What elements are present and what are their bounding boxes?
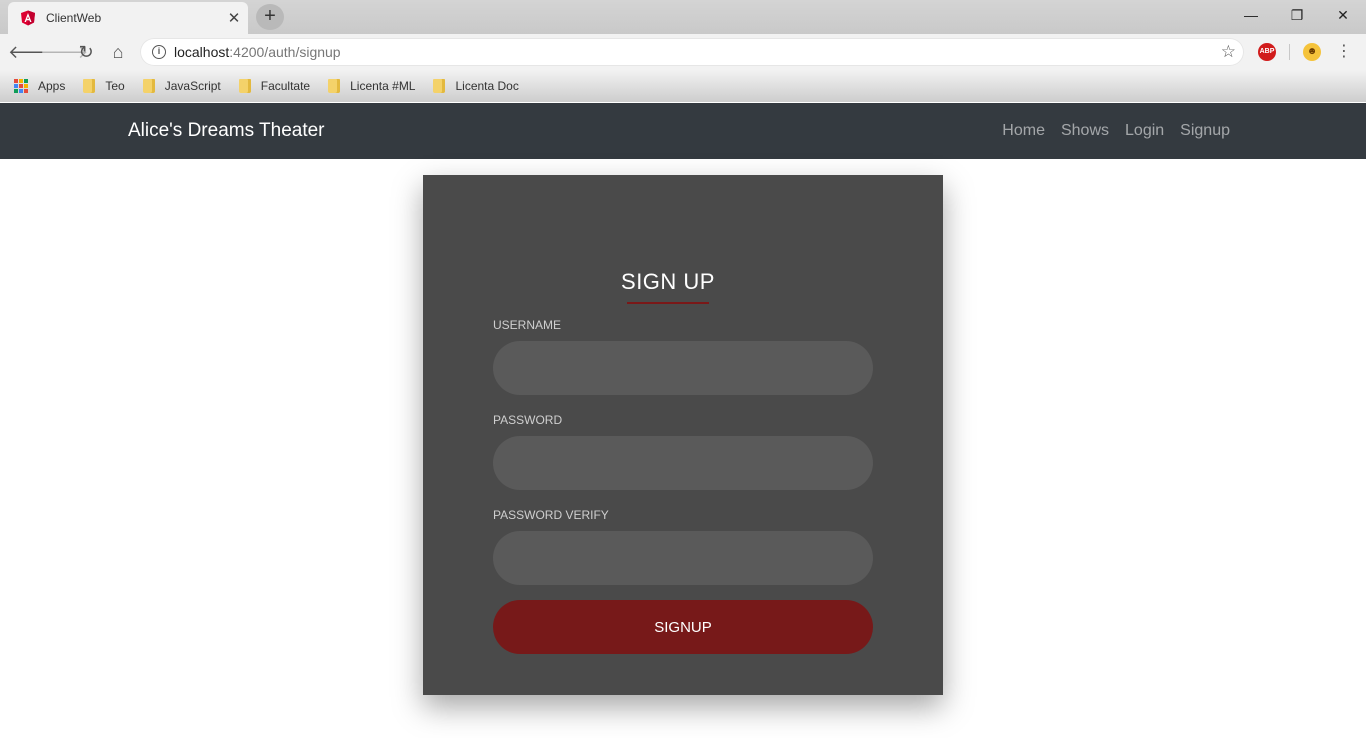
url-host: localhost: [174, 44, 230, 60]
window-maximize-button[interactable]: ❐: [1274, 0, 1320, 30]
new-tab-button[interactable]: +: [256, 4, 284, 30]
bookmark-label: Facultate: [260, 79, 311, 93]
bookmark-apps[interactable]: Apps: [14, 79, 65, 93]
window-close-button[interactable]: ✕: [1320, 0, 1366, 30]
password-input[interactable]: [493, 436, 873, 490]
folder-icon: [142, 79, 155, 93]
url-path: :4200/auth/signup: [229, 44, 341, 60]
site-navbar: Alice's Dreams Theater Home Shows Login …: [0, 103, 1366, 159]
home-icon[interactable]: ⌂: [104, 38, 132, 66]
emoji-extension-icon[interactable]: ☻: [1303, 43, 1321, 61]
window-minimize-button[interactable]: —: [1228, 0, 1274, 30]
adblock-icon[interactable]: ABP: [1258, 43, 1276, 61]
bookmark-teo[interactable]: Teo: [83, 79, 125, 93]
back-icon[interactable]: 🡐: [8, 38, 56, 66]
angular-icon: [20, 10, 36, 26]
apps-icon: [14, 79, 28, 93]
bookmark-label: Licenta #ML: [350, 79, 416, 93]
reload-icon[interactable]: ↻: [72, 38, 100, 66]
username-input[interactable]: [493, 341, 873, 395]
bookmark-licenta-doc[interactable]: Licenta Doc: [433, 79, 519, 93]
site-brand[interactable]: Alice's Dreams Theater: [128, 103, 325, 159]
nav-links: Home Shows Login Signup: [986, 103, 1230, 159]
browser-menu-icon[interactable]: ⋮: [1336, 42, 1352, 62]
bookmark-label: JavaScript: [164, 79, 221, 93]
bookmarks-bar: Apps Teo JavaScript Facultate Licenta #M…: [0, 70, 1366, 102]
password-verify-label: PASSWORD VERIFY: [493, 508, 609, 522]
folder-icon: [238, 79, 251, 93]
bookmark-label: Licenta Doc: [455, 79, 519, 93]
password-verify-input[interactable]: [493, 531, 873, 585]
signup-card: SIGN UP USERNAME PASSWORD PASSWORD VERIF…: [423, 175, 943, 695]
password-label: PASSWORD: [493, 413, 563, 427]
title-underline: [627, 302, 709, 304]
form-title: SIGN UP: [621, 269, 715, 294]
tab-close-icon[interactable]: ✕: [220, 9, 248, 27]
username-label: USERNAME: [493, 318, 562, 332]
browser-tabstrip: ClientWeb ✕ + — ❐ ✕: [0, 0, 1366, 34]
info-icon[interactable]: i: [152, 45, 166, 59]
forward-icon[interactable]: 🡒: [40, 38, 88, 66]
browser-toolbar: 🡐 🡒 ↻ ⌂ i localhost:4200/auth/signup ☆: [0, 34, 1366, 70]
browser-tab[interactable]: ClientWeb ✕: [8, 2, 248, 34]
nav-link-home[interactable]: Home: [1002, 122, 1045, 140]
folder-icon: [328, 79, 341, 93]
folder-icon: [83, 79, 96, 93]
address-bar[interactable]: i localhost:4200/auth/signup ☆: [140, 38, 1244, 66]
nav-link-shows[interactable]: Shows: [1061, 122, 1109, 140]
bookmark-javascript[interactable]: JavaScript: [142, 79, 221, 93]
nav-link-login[interactable]: Login: [1125, 122, 1164, 140]
toolbar-divider: [1289, 44, 1290, 60]
folder-icon: [433, 79, 446, 93]
bookmark-label: Teo: [105, 79, 125, 93]
signup-button[interactable]: SIGNUP: [493, 600, 873, 654]
nav-link-signup[interactable]: Signup: [1180, 122, 1230, 140]
bookmark-label: Apps: [38, 79, 66, 93]
bookmark-licenta-ml[interactable]: Licenta #ML: [328, 79, 415, 93]
bookmark-star-icon[interactable]: ☆: [1221, 42, 1236, 62]
bookmark-facultate[interactable]: Facultate: [238, 79, 311, 93]
tab-title: ClientWeb: [46, 11, 102, 25]
